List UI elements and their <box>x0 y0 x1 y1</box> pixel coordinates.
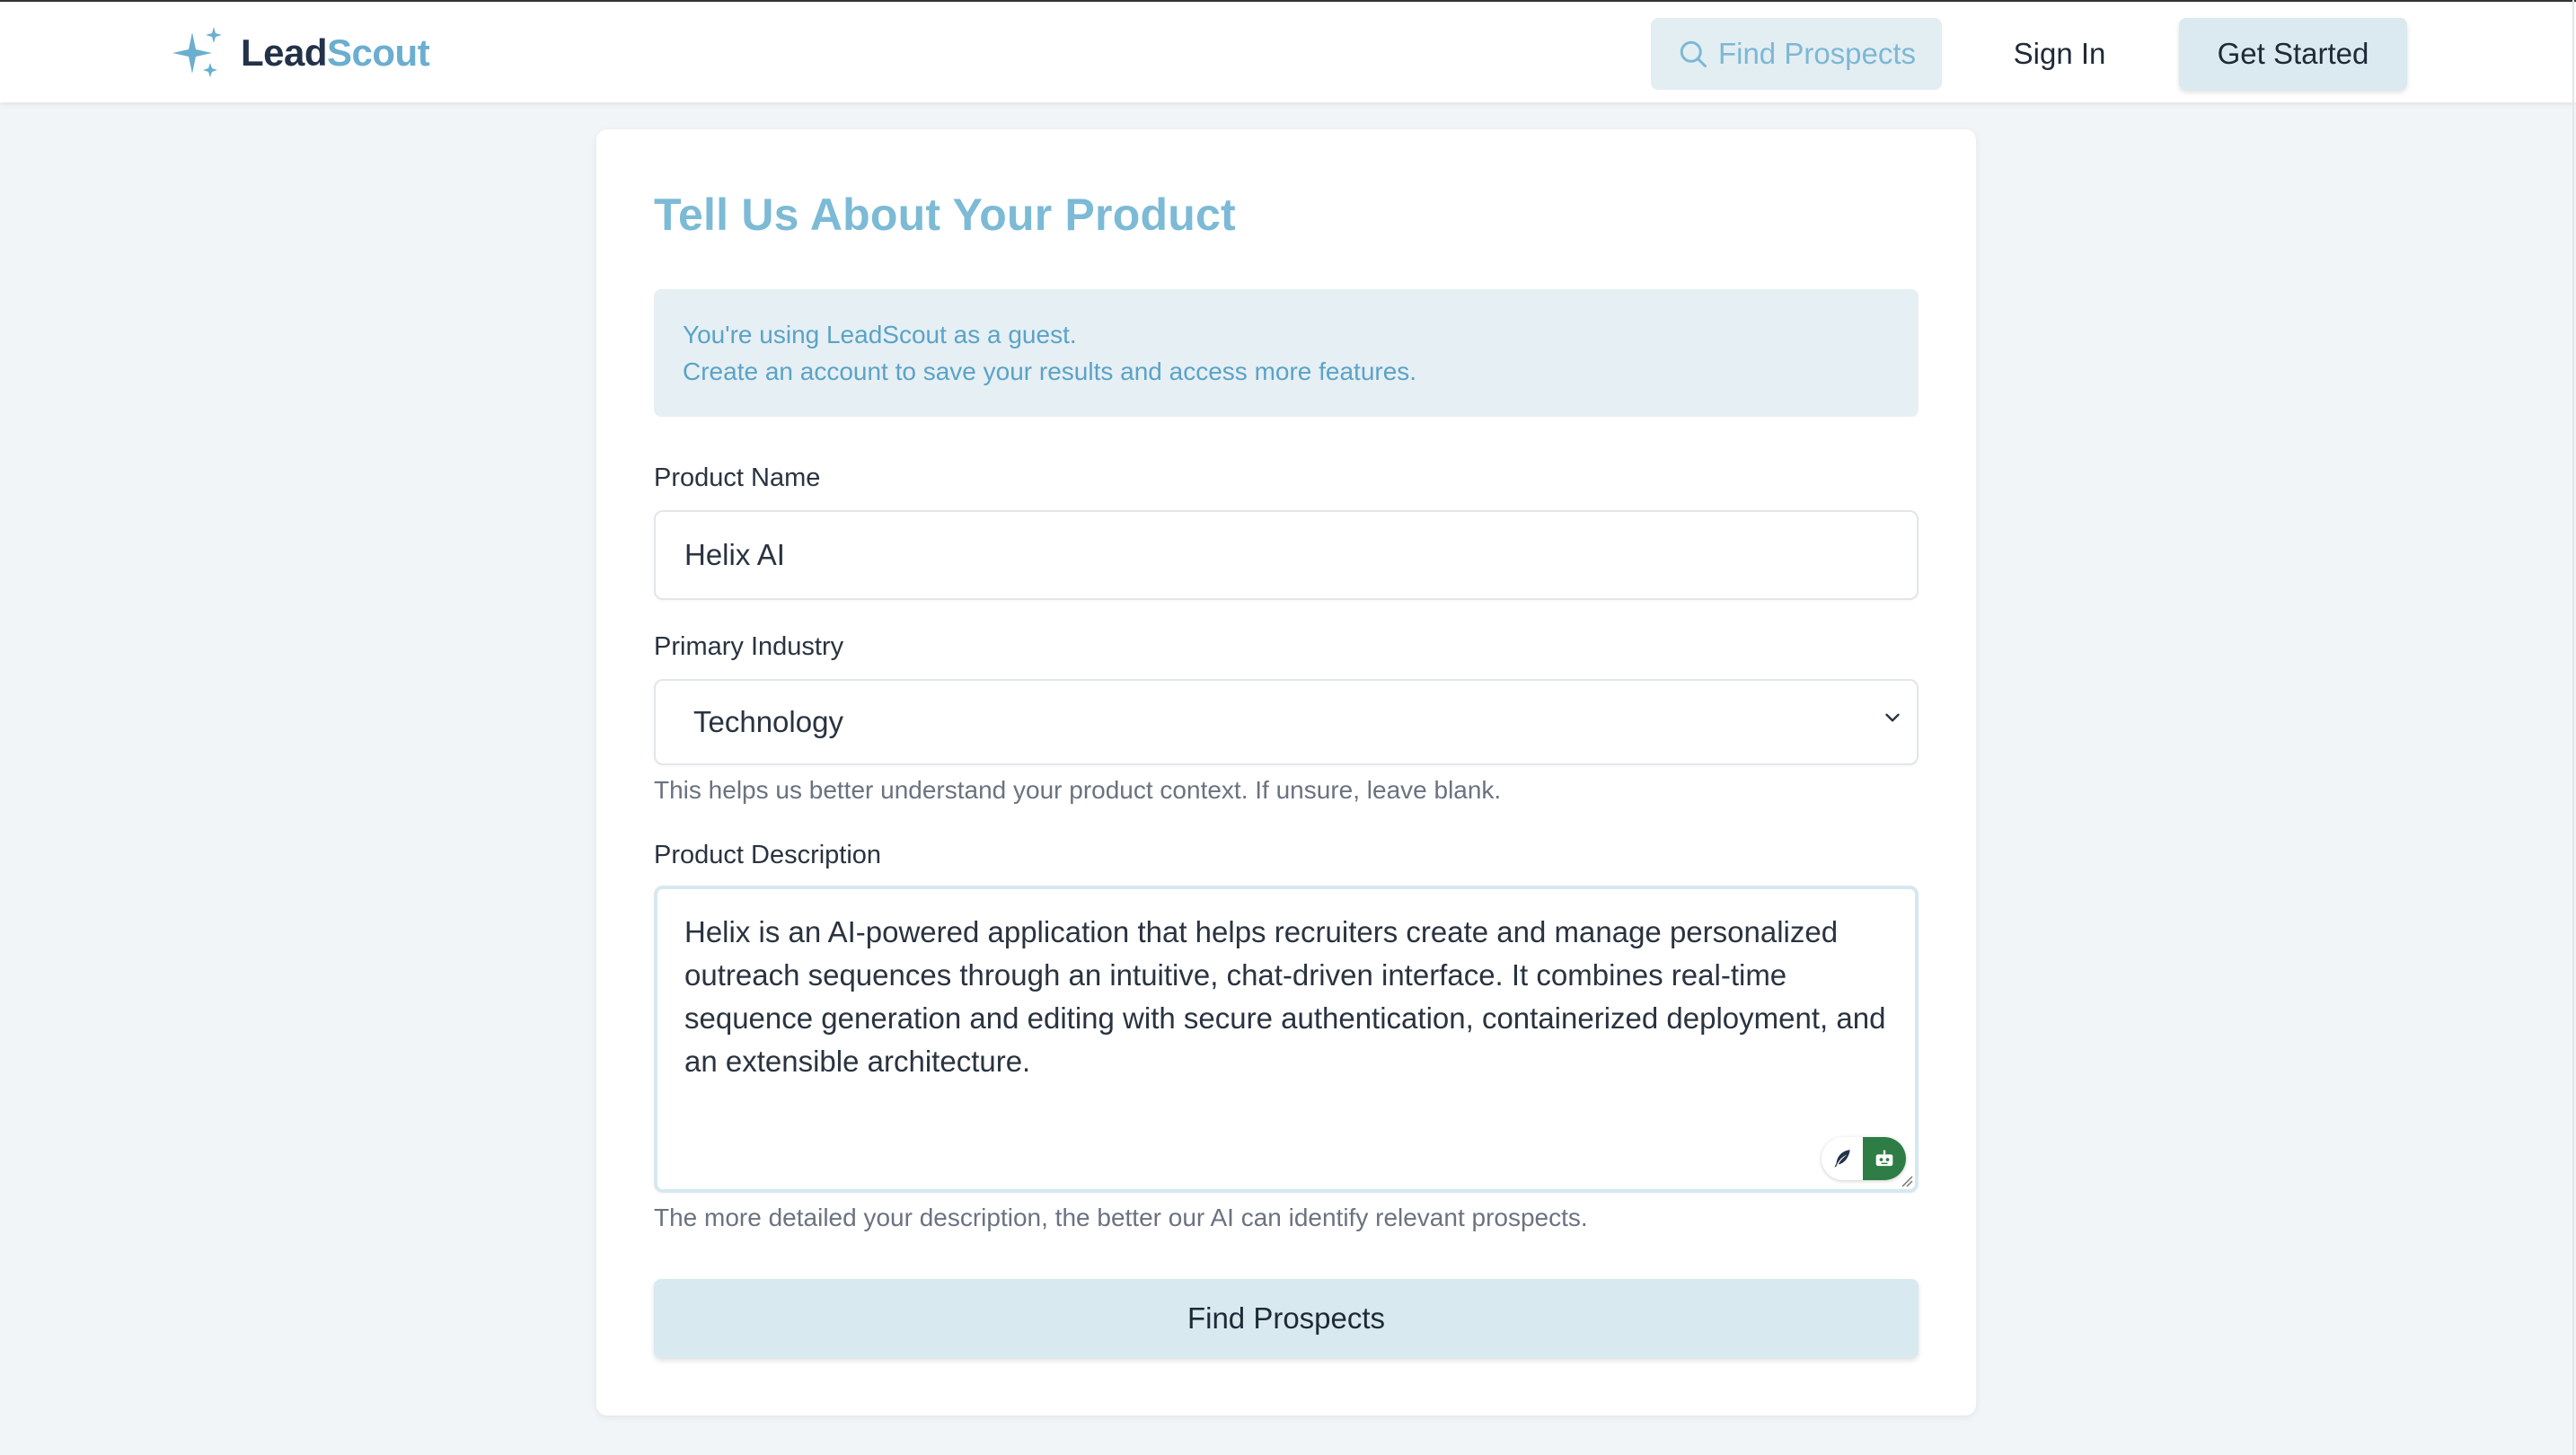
nav-find-prospects-button[interactable]: Find Prospects <box>1651 18 1942 90</box>
brand-name: LeadScout <box>241 31 430 75</box>
textarea-extension-icons <box>1822 1137 1906 1180</box>
industry-helper-text: This helps us better understand your pro… <box>654 776 1502 804</box>
top-navigation-bar: LeadScout Find Prospects Sign In Get Sta… <box>0 0 2576 102</box>
nav-find-prospects-label: Find Prospects <box>1717 37 1917 70</box>
product-name-input[interactable]: Helix AI <box>654 510 1919 600</box>
chevron-down-icon <box>1885 713 1900 722</box>
primary-industry-label: Primary Industry <box>654 632 844 661</box>
find-prospects-submit-button[interactable]: Find Prospects <box>654 1279 1919 1358</box>
resize-handle-icon[interactable] <box>1899 1173 1913 1187</box>
search-icon <box>1680 40 1707 67</box>
description-helper-text: The more detailed your description, the … <box>654 1204 1588 1231</box>
product-name-label: Product Name <box>654 463 821 492</box>
brand-logo[interactable]: LeadScout <box>171 25 430 81</box>
sparkles-icon <box>172 27 222 77</box>
product-description-textarea[interactable]: Helix is an AI-powered application that … <box>654 886 1919 1193</box>
brand-name-lead: Lead <box>241 31 328 74</box>
product-name-value: Helix AI <box>684 538 785 571</box>
get-started-button[interactable]: Get Started <box>2179 18 2407 90</box>
scrollbar[interactable] <box>2572 0 2574 1455</box>
page-title: Tell Us About Your Product <box>654 190 1236 240</box>
primary-industry-value: Technology <box>693 705 843 738</box>
product-form-card: Tell Us About Your Product You're using … <box>596 129 1976 1415</box>
guest-notice-line2: Create an account to save your results a… <box>683 357 1417 385</box>
quill-icon[interactable] <box>1822 1137 1863 1180</box>
sign-in-button[interactable]: Sign In <box>1992 18 2127 90</box>
guest-notice: You're using LeadScout as a guest. Creat… <box>654 289 1919 417</box>
product-description-label: Product Description <box>654 841 882 869</box>
brand-name-scout: Scout <box>327 31 430 74</box>
guest-notice-line1: You're using LeadScout as a guest. <box>683 321 1077 348</box>
primary-industry-select[interactable]: Technology <box>654 679 1919 765</box>
product-description-value: Helix is an AI-powered application that … <box>684 915 1886 1078</box>
